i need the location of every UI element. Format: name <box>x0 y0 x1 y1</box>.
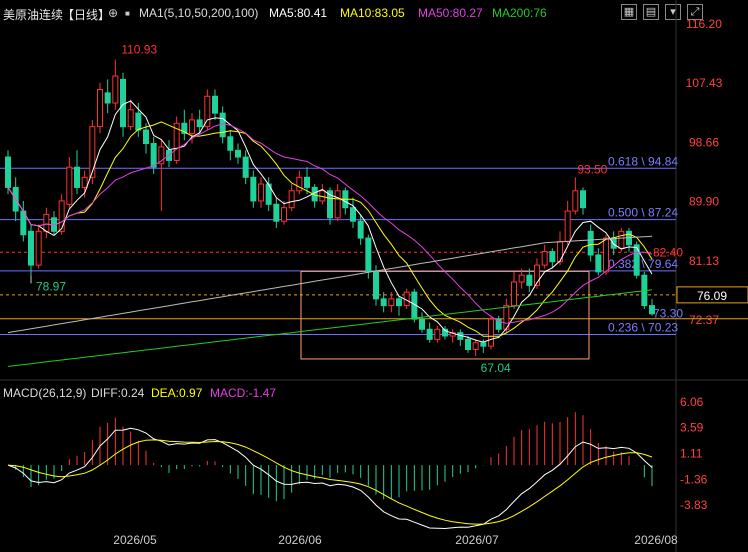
candle <box>572 190 579 212</box>
candle <box>488 318 494 347</box>
candle <box>396 298 402 307</box>
candle <box>35 230 42 266</box>
candle <box>196 119 203 128</box>
candle <box>465 338 471 351</box>
candle <box>66 166 73 205</box>
fib-label: 0.618 \ 94.84 <box>608 154 678 168</box>
price-tick-label: 81.13 <box>689 254 719 268</box>
price-chart[interactable]: 116.20 107.43 98.66 89.90 81.13 72.37 0.618 \ … <box>0 0 748 552</box>
date-tick-label: 2026/06 <box>278 533 322 547</box>
candle <box>480 342 487 347</box>
price-tick-label: 72.37 <box>689 313 719 327</box>
macd-tick-label: -3.83 <box>680 498 708 512</box>
macd-tick-label: 3.59 <box>680 421 704 435</box>
candle <box>518 274 525 283</box>
candle <box>388 298 395 307</box>
date-tick-label: 2026/05 <box>113 533 157 547</box>
candle <box>595 254 602 273</box>
candle <box>426 328 433 340</box>
candle <box>526 274 533 286</box>
price-tick-label: 116.20 <box>686 17 722 31</box>
candle <box>564 210 571 242</box>
candle <box>288 190 295 209</box>
candle <box>281 207 287 222</box>
candle <box>610 237 617 249</box>
candle <box>334 190 341 219</box>
candle <box>380 298 387 307</box>
candle <box>74 166 80 188</box>
candle <box>649 305 655 315</box>
macd-dea: DEA:0.97 <box>151 386 203 400</box>
candle <box>43 213 50 232</box>
candle <box>580 190 586 209</box>
macd-value: MACD:-1.47 <box>210 386 277 400</box>
macd-header: MACD(26,12,9) DIFF:0.24 DEA:0.97 MACD:-1… <box>0 384 748 400</box>
candle <box>143 129 149 145</box>
date-tick-label: 2026/08 <box>634 533 678 547</box>
candle <box>89 126 96 178</box>
candle <box>28 230 34 266</box>
candle <box>434 328 441 340</box>
candle <box>633 244 640 276</box>
resistance-label: 82.40 <box>653 245 683 259</box>
candle <box>235 149 241 158</box>
candle <box>258 183 264 202</box>
fib-label: 0.500 \ 87.24 <box>608 206 678 220</box>
candle <box>189 119 195 134</box>
current-price-label: 76.09 <box>697 289 727 303</box>
ma10-line <box>7 121 653 337</box>
candle <box>112 75 119 104</box>
candle <box>419 318 425 330</box>
candle <box>150 143 157 168</box>
candle <box>549 251 556 263</box>
candle <box>219 112 226 138</box>
candle <box>587 230 594 256</box>
low-label: 67.04 <box>481 361 511 375</box>
candle <box>373 271 379 300</box>
candle <box>135 112 142 131</box>
candle <box>127 109 134 128</box>
high-label: 110.93 <box>121 43 157 57</box>
candle <box>357 220 364 239</box>
candle <box>58 200 65 232</box>
macd-tick-label: -1.36 <box>680 472 708 486</box>
ma100-line <box>7 235 653 334</box>
candle <box>120 78 126 128</box>
dea-line <box>7 439 653 525</box>
candle <box>511 281 517 307</box>
candle <box>618 230 625 249</box>
macd-title: MACD(26,12,9) <box>3 386 87 400</box>
candle <box>603 237 609 273</box>
candle <box>242 156 249 178</box>
macd-tick-label: 1.11 <box>680 447 703 461</box>
recent-high-label: 93.50 <box>577 162 607 176</box>
candle <box>250 176 257 202</box>
price-tick-label: 89.90 <box>689 195 719 209</box>
candle <box>365 237 372 273</box>
diff-line <box>7 427 653 530</box>
candle <box>273 203 280 222</box>
candle <box>97 89 103 128</box>
price-tick-label: 107.43 <box>686 76 723 90</box>
candle <box>81 176 88 188</box>
candle <box>472 342 479 351</box>
candle <box>304 176 310 188</box>
candle <box>350 207 356 222</box>
macd-diff: DIFF:0.24 <box>91 386 145 400</box>
ma200-line <box>7 289 653 367</box>
fib-label: 0.236 \ 70.23 <box>608 320 678 334</box>
price-tick-label: 98.66 <box>689 135 719 149</box>
date-tick-label: 2026/07 <box>455 533 499 547</box>
candle <box>227 136 234 151</box>
low-left-label: 78.97 <box>36 279 66 293</box>
candle <box>212 95 218 114</box>
candle <box>104 92 111 104</box>
candle <box>541 251 548 266</box>
candle <box>5 156 11 188</box>
candle <box>296 176 303 192</box>
last-price-label: 73.30 <box>653 307 683 321</box>
